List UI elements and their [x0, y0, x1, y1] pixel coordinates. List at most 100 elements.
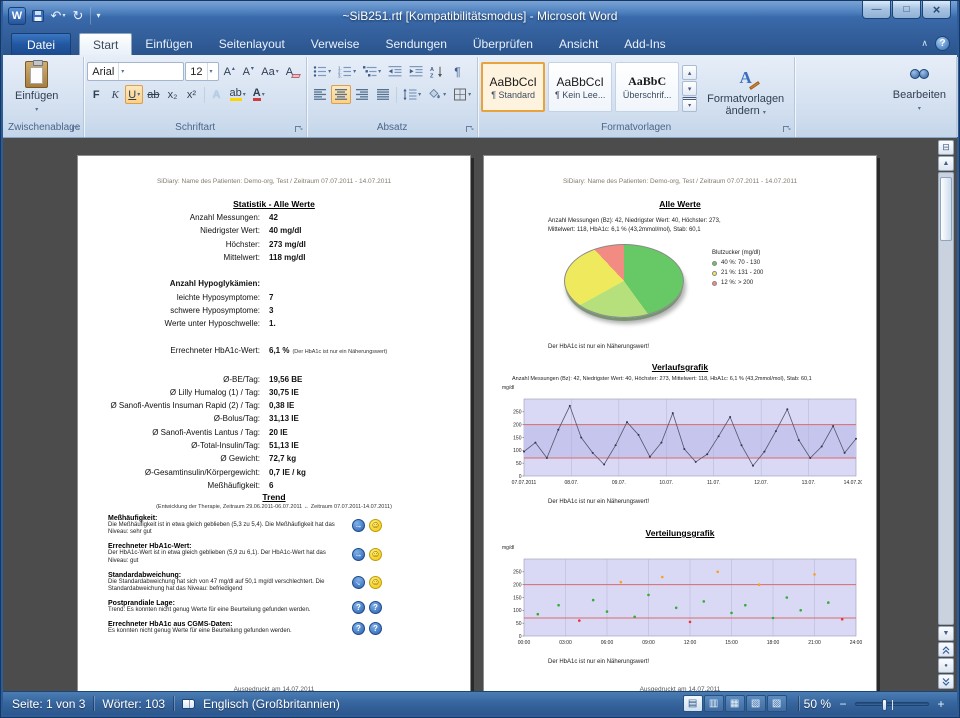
- multilevel-list-button[interactable]: ▾: [360, 62, 384, 81]
- sort-button[interactable]: AZ: [427, 62, 447, 81]
- scrollbar-track[interactable]: [938, 172, 954, 625]
- bold-button[interactable]: F: [87, 85, 105, 104]
- tab-sendungen[interactable]: Sendungen: [372, 33, 459, 55]
- previous-page-button[interactable]: [938, 642, 954, 657]
- trend-smiley-icon: ☺: [369, 519, 382, 532]
- style--kein-lee-[interactable]: AaBbCcI¶ Kein Lee...: [548, 62, 612, 112]
- highlight-button[interactable]: ab▾: [227, 85, 249, 104]
- save-button[interactable]: [30, 7, 46, 25]
- change-case-button[interactable]: Aa▾: [258, 62, 281, 81]
- vertical-scrollbar[interactable]: ⊟ ▲ ▼ ●: [937, 140, 955, 689]
- scrollbar-thumb[interactable]: [940, 177, 952, 241]
- ruler-toggle-button[interactable]: ⊟: [938, 140, 954, 155]
- zoom-slider-thumb[interactable]: [882, 699, 887, 711]
- close-button[interactable]: ×: [922, 1, 951, 19]
- bullets-button[interactable]: ▾: [310, 62, 334, 81]
- zoom-out-button[interactable]: −: [836, 697, 850, 711]
- increase-indent-button[interactable]: [406, 62, 426, 81]
- status-language[interactable]: Englisch (Großbritannien): [203, 697, 340, 711]
- shrink-font-button[interactable]: A▾: [239, 62, 257, 81]
- tab-verweise[interactable]: Verweise: [298, 33, 373, 55]
- select-browse-object-button[interactable]: ●: [938, 658, 954, 673]
- zoom-in-button[interactable]: +: [934, 697, 948, 711]
- justify-button[interactable]: [373, 85, 393, 104]
- text-effects-button[interactable]: A: [208, 85, 226, 104]
- tab-add-ins[interactable]: Add-Ins: [611, 33, 678, 55]
- shading-button[interactable]: ▾: [425, 85, 449, 104]
- zoom-level[interactable]: 50 %: [804, 697, 831, 711]
- line-spacing-button[interactable]: ▾: [400, 85, 424, 104]
- styles-scroll-down-button[interactable]: ▾: [682, 81, 697, 96]
- style--standard[interactable]: AaBbCcI¶ Standard: [481, 62, 545, 112]
- minimize-button[interactable]: —: [862, 1, 891, 19]
- svg-text:100: 100: [513, 448, 522, 454]
- underline-button[interactable]: U▾: [125, 85, 143, 104]
- change-styles-icon: A: [740, 65, 752, 91]
- tab--berpr-fen[interactable]: Überprüfen: [460, 33, 546, 55]
- align-left-button[interactable]: [310, 85, 330, 104]
- svg-text:200: 200: [513, 422, 522, 428]
- hba1c-note-1: Der HbA1c ist nur ein Näherungswert!: [548, 344, 649, 350]
- qat-customize-button[interactable]: ▾: [90, 7, 106, 25]
- scroll-up-button[interactable]: ▲: [938, 156, 954, 171]
- italic-button[interactable]: K: [106, 85, 124, 104]
- subscript-button[interactable]: x₂: [164, 85, 182, 104]
- view-fullscreen-reading-button[interactable]: ▥: [704, 695, 724, 712]
- numbering-button[interactable]: 1.2.3.▾: [335, 62, 359, 81]
- superscript-button[interactable]: x²: [183, 85, 201, 104]
- chevron-down-icon: ▾: [207, 63, 213, 80]
- stat-row: Niedrigster Wert:40 mg/dl: [78, 224, 456, 237]
- styles-dialog-launcher[interactable]: [782, 125, 791, 134]
- zoom-slider[interactable]: [855, 702, 929, 706]
- document-page-1[interactable]: SiDiary: Name des Patienten: Demo-org, T…: [77, 155, 471, 691]
- font-color-button[interactable]: A▾: [250, 85, 268, 104]
- svg-text:24:00: 24:00: [850, 640, 862, 646]
- clear-formatting-button[interactable]: A: [283, 62, 303, 81]
- scroll-down-button[interactable]: ▼: [938, 626, 954, 641]
- style--berschrif-[interactable]: AaBbCÜberschrif...: [615, 62, 679, 112]
- word-app-icon[interactable]: W: [8, 7, 26, 25]
- view-draft-button[interactable]: ▨: [767, 695, 787, 712]
- tab-einf-gen[interactable]: Einfügen: [132, 33, 205, 55]
- status-page-indicator[interactable]: Seite: 1 von 3: [12, 697, 85, 711]
- stat-row: Ø Sanofi-Aventis Insuman Rapid (2) / Tag…: [78, 399, 456, 412]
- tab-start[interactable]: Start: [79, 33, 132, 55]
- align-right-button[interactable]: [352, 85, 372, 104]
- align-center-button[interactable]: [331, 85, 351, 104]
- document-page-2[interactable]: SiDiary: Name des Patienten: Demo-org, T…: [483, 155, 877, 691]
- help-button[interactable]: ?: [935, 36, 950, 51]
- font-name-select[interactable]: Arial▾: [87, 62, 184, 81]
- clipboard-dialog-launcher[interactable]: [71, 125, 80, 134]
- view-print-layout-button[interactable]: ▤: [683, 695, 703, 712]
- next-page-button[interactable]: [938, 674, 954, 689]
- tab-ansicht[interactable]: Ansicht: [546, 33, 611, 55]
- minimize-ribbon-button[interactable]: ∧: [921, 38, 928, 49]
- chevron-down-icon: ▾: [118, 63, 124, 80]
- view-outline-button[interactable]: ▧: [746, 695, 766, 712]
- trend-question-icon: ?: [369, 622, 382, 635]
- decrease-indent-button[interactable]: [385, 62, 405, 81]
- view-web-layout-button[interactable]: ▦: [725, 695, 745, 712]
- styles-more-button[interactable]: ▾: [682, 97, 697, 112]
- undo-button[interactable]: ↶▾: [50, 7, 66, 25]
- strikethrough-button[interactable]: ab: [144, 85, 162, 104]
- font-size-select[interactable]: 12▾: [185, 62, 219, 81]
- maximize-button[interactable]: □: [892, 1, 921, 19]
- redo-button[interactable]: ↻: [70, 7, 86, 25]
- proofing-book-icon[interactable]: [182, 699, 195, 709]
- paragraph-dialog-launcher[interactable]: [465, 125, 474, 134]
- show-paragraph-marks-button[interactable]: ¶: [448, 62, 468, 81]
- svg-text:09.07.: 09.07.: [612, 480, 626, 486]
- grow-font-button[interactable]: A▴: [220, 62, 238, 81]
- change-styles-button[interactable]: A Formatvorlagenändern ▾: [700, 62, 791, 122]
- tab-seitenlayout[interactable]: Seitenlayout: [206, 33, 298, 55]
- styles-scroll-up-button[interactable]: ▴: [682, 65, 697, 80]
- status-word-count[interactable]: Wörter: 103: [102, 697, 165, 711]
- borders-button[interactable]: ▾: [450, 85, 474, 104]
- title-bar[interactable]: W ↶▾ ↻ ▾ ~SiB251.rtf [Kompatibilitätsmod…: [3, 1, 957, 30]
- tab-datei[interactable]: Datei: [11, 33, 71, 55]
- paste-button[interactable]: Einfügen▾: [8, 58, 65, 119]
- trend-question-icon: ?: [352, 601, 365, 614]
- editing-menu-button[interactable]: Bearbeiten▾: [886, 58, 953, 118]
- font-dialog-launcher[interactable]: [294, 125, 303, 134]
